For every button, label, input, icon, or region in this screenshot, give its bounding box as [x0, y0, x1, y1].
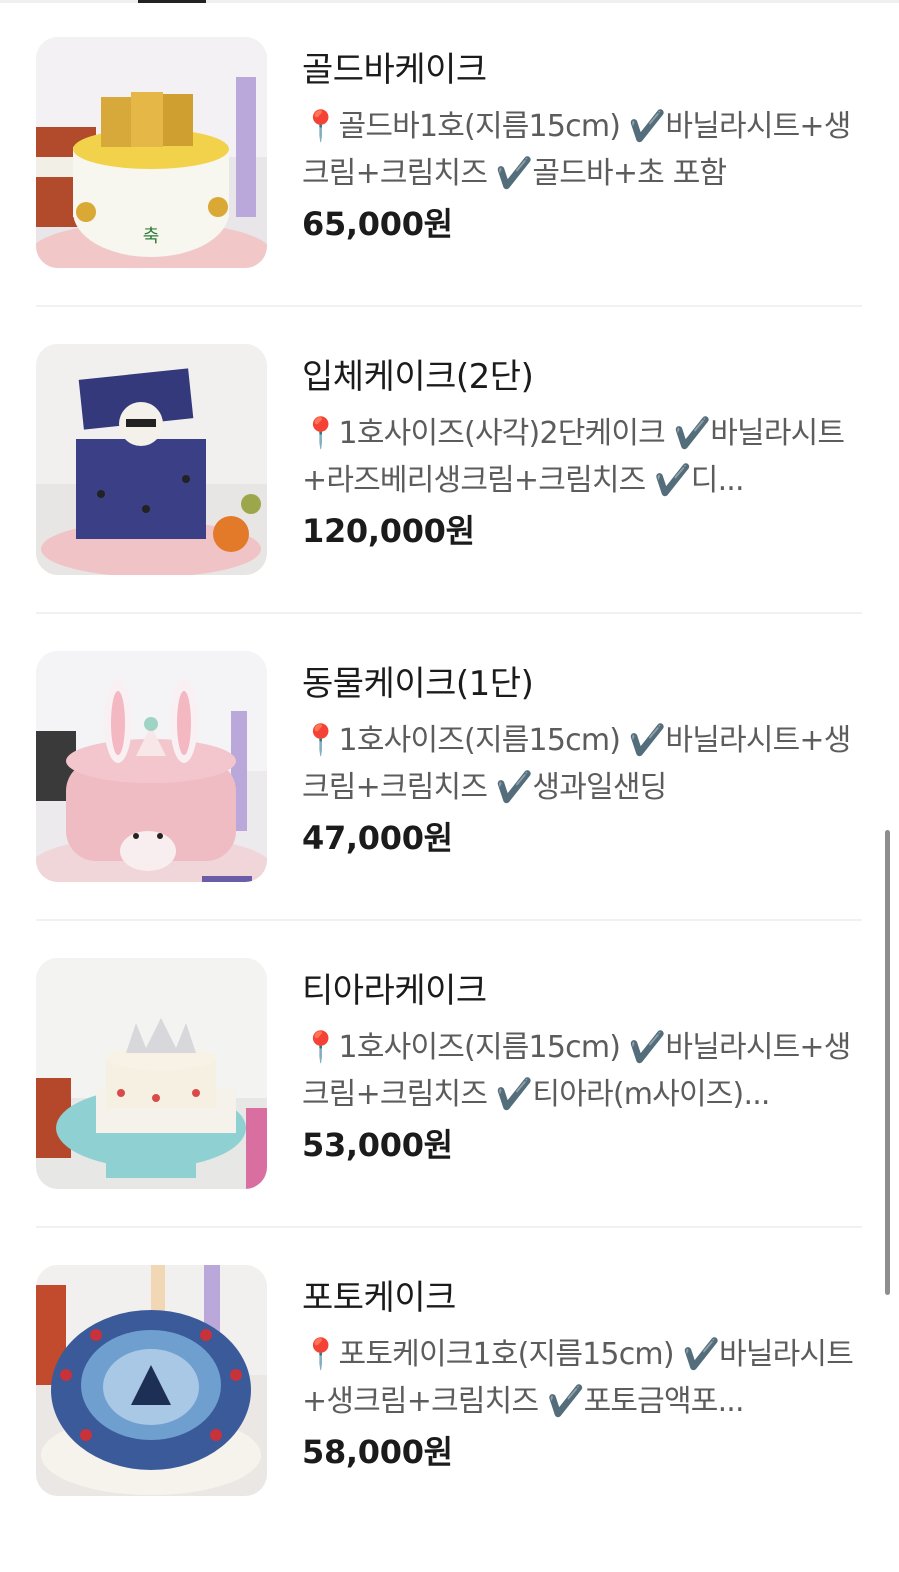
active-tab-indicator: [138, 0, 206, 3]
product-description: 📍1호사이즈(사각)2단케이크 ✔️바닐라시트+라즈베리생크림+크림치즈 ✔️디…: [302, 416, 845, 498]
product-name[interactable]: 골드바케이크: [302, 49, 862, 91]
product-item[interactable]: 축 골드바케이크 📍골드바1호(지름15cm) ✔️바닐라시트+생크림+크림치즈…: [36, 37, 862, 344]
product-price: 65,000원: [302, 205, 453, 243]
product-name[interactable]: 입체케이크(2단): [302, 356, 862, 398]
product-price: 58,000원: [302, 1433, 453, 1471]
product-name[interactable]: 포토케이크: [302, 1277, 862, 1319]
product-item[interactable]: 포토케이크 📍포토케이크1호(지름15cm) ✔️바닐라시트+생크림+크림치즈 …: [36, 1265, 862, 1572]
product-item[interactable]: 입체케이크(2단) 📍1호사이즈(사각)2단케이크 ✔️바닐라시트+라즈베리생크…: [36, 344, 862, 651]
gift-box-cake-photo: [36, 344, 267, 575]
product-info: 포토케이크 📍포토케이크1호(지름15cm) ✔️바닐라시트+생크림+크림치즈 …: [302, 1277, 862, 1473]
item-divider: [36, 612, 862, 614]
product-info: 입체케이크(2단) 📍1호사이즈(사각)2단케이크 ✔️바닐라시트+라즈베리생크…: [302, 356, 862, 552]
product-info: 동물케이크(1단) 📍1호사이즈(지름15cm) ✔️바닐라시트+생크림+크림치…: [302, 663, 862, 859]
product-item[interactable]: 동물케이크(1단) 📍1호사이즈(지름15cm) ✔️바닐라시트+생크림+크림치…: [36, 651, 862, 958]
product-description: 📍1호사이즈(지름15cm) ✔️바닐라시트+생크림+크림치즈 ✔️티아라(m사…: [302, 1030, 851, 1112]
product-price: 120,000원: [302, 512, 475, 550]
product-info: 티아라케이크 📍1호사이즈(지름15cm) ✔️바닐라시트+생크림+크림치즈 ✔…: [302, 970, 862, 1166]
photo-cake-photo: [36, 1265, 267, 1496]
product-description: 📍1호사이즈(지름15cm) ✔️바닐라시트+생크림+크림치즈 ✔️생과일샌딩: [302, 723, 851, 805]
item-divider: [36, 1226, 862, 1228]
gold-bar-cake-image[interactable]: 축: [36, 37, 267, 268]
product-price: 47,000원: [302, 819, 453, 857]
gift-box-cake-image[interactable]: [36, 344, 267, 575]
photo-cake-image[interactable]: [36, 1265, 267, 1496]
tiara-cake-photo: [36, 958, 267, 1189]
gold-bar-cake-photo: 축: [36, 37, 267, 268]
item-divider: [36, 919, 862, 921]
product-description: 📍포토케이크1호(지름15cm) ✔️바닐라시트+생크림+크림치즈 ✔️포토금액…: [302, 1337, 854, 1419]
product-info: 골드바케이크 📍골드바1호(지름15cm) ✔️바닐라시트+생크림+크림치즈 ✔…: [302, 49, 862, 245]
product-description: 📍골드바1호(지름15cm) ✔️바닐라시트+생크림+크림치즈 ✔️골드바+초 …: [302, 109, 851, 191]
item-divider: [36, 305, 862, 307]
bunny-cake-photo: [36, 651, 267, 882]
product-name[interactable]: 동물케이크(1단): [302, 663, 862, 705]
top-edge: [0, 0, 899, 3]
product-name[interactable]: 티아라케이크: [302, 970, 862, 1012]
tiara-cake-image[interactable]: [36, 958, 267, 1189]
vertical-scrollbar[interactable]: [885, 830, 890, 1295]
bunny-cake-image[interactable]: [36, 651, 267, 882]
product-item[interactable]: 티아라케이크 📍1호사이즈(지름15cm) ✔️바닐라시트+생크림+크림치즈 ✔…: [36, 958, 862, 1265]
product-price: 53,000원: [302, 1126, 453, 1164]
svg-text:축: 축: [143, 226, 160, 247]
